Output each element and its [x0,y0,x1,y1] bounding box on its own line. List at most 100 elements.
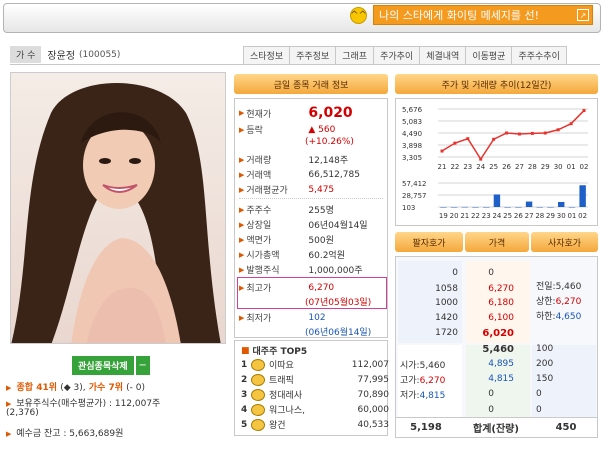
minus-icon: − [135,356,150,375]
high-row: ▶ 최고가 6,270 [239,282,335,295]
x-tick-label: 27 [525,212,534,220]
holders-label: 주주수 [246,206,272,216]
sell-qty: 1420 [435,313,458,323]
shares-value: 1,000,000주 [308,266,363,276]
top5-title: 대주주 TOP5 [252,347,308,357]
top5-row[interactable]: 2 트래픽 77,995 [241,373,389,386]
listed-row: ▶ 상장일 06년04월14일 [239,218,368,232]
category-label: 가수 [88,383,106,393]
avatar-icon [251,418,265,431]
tab-star-info[interactable]: 스타정보 [243,46,291,64]
face-row: ▶ 액면가 500원 [239,233,334,247]
buy-qty: 200 [536,359,554,369]
sell-price[interactable]: 6,100 [470,313,514,323]
y-tick-label: 103 [402,204,415,212]
volume-bar [558,201,565,207]
current-price-row: ▶ 현재가 6,020 [239,105,353,121]
avg-label: 거래평균가 [246,186,288,196]
avg-row: ▶ 거래평균가 5,475 [239,184,335,197]
sell-price[interactable]: 6,270 [470,284,514,294]
x-tick-label: 21 [460,212,469,220]
buy-header: 사자호가 [531,232,598,252]
buy-qty: 100 [536,344,554,354]
top5-row[interactable]: 4 워그나스, 60,000 [241,403,389,416]
tab-moving-average[interactable]: 이동평균 [465,46,513,64]
trade-info-header: 금일 종목 거래 정보 [234,74,388,94]
low-date: (06년06월14일) [305,328,372,338]
sell-qty: 0 [452,268,458,278]
sell-price[interactable]: 6,180 [470,298,514,308]
bullet-icon: ▶ [6,430,12,438]
change-pct-row: (+10.26%) [305,137,354,147]
holder-shares: 112,007 [351,359,389,370]
top5-row[interactable]: 3 정대레사 70,890 [241,388,389,401]
buy-price: 0 [488,389,494,399]
deposit-text: 예수금 잔고 : 5,663,689원 [16,429,124,439]
change-label: 등락 [246,126,263,136]
buy-price[interactable]: 5,460 [470,344,514,355]
external-link-icon[interactable]: ↗ [577,9,589,21]
y-tick-label: 3,305 [402,154,422,162]
x-tick-label: 28 [528,163,537,171]
high-value: 6,270 [308,282,335,293]
current-price: 6,020 [308,105,353,121]
holder-name: 왕건 [269,421,286,431]
top5-header: ■ 대주주 TOP5 [241,344,308,358]
top5-box: ■ 대주주 TOP5 1 이따요 112,007 2 트래픽 77,995 3 … [234,340,389,436]
buy-qty: 0 [536,389,542,399]
overall-rank-change: (◆ 3), [60,383,86,393]
tab-graph[interactable]: 그래프 [335,46,375,64]
square-icon: ■ [241,345,250,356]
price-point [440,149,444,153]
prev-close: 전일:5,460 [536,282,582,292]
top5-row[interactable]: 1 이따요 112,007 [241,358,389,371]
cap-value: 60.2억원 [308,251,345,261]
tab-divider [10,64,600,65]
x-tick-label: 22 [450,163,459,171]
buy-price[interactable]: 4,815 [470,374,514,384]
x-tick-label: 24 [476,163,485,171]
deposit-line: ▶ 예수금 잔고 : 5,663,689원 [6,426,123,439]
x-tick-label: 25 [503,212,512,220]
shares-label: 발행주식 [246,266,280,276]
buy-price[interactable]: 4,895 [470,359,514,369]
cap-label: 시가총액 [246,251,280,261]
tab-holder-trend[interactable]: 주주수추이 [511,46,567,64]
remove-watchlist-button[interactable]: 관심종목삭제 − [72,356,150,375]
tab-holder-info[interactable]: 주주정보 [289,46,337,64]
change-value: ▲ 560 [308,124,336,135]
top5-row[interactable]: 5 왕건 40,533 [241,418,389,431]
x-tick-label: 21 [438,163,447,171]
day-low: 저가:4,815 [400,391,446,401]
x-tick-label: 30 [557,212,566,220]
volume-bar [568,207,576,208]
face-label: 액면가 [246,236,272,246]
avg-value: 5,475 [308,184,335,195]
tab-price-trend[interactable]: 주가추이 [373,46,421,64]
holder-shares: 40,533 [357,419,390,430]
divider [239,198,383,199]
low-row: ▶ 최저가 102 [239,312,326,325]
amount-row: ▶ 거래액 66,512,785 [239,169,360,182]
overall-rank: 41위 [36,383,58,393]
x-tick-label: 29 [546,212,555,220]
tab-trade-history[interactable]: 체결내역 [419,46,467,64]
current-price-cell[interactable]: 6,020 [470,328,514,339]
remove-watchlist-label: 관심종목삭제 [72,356,134,375]
x-tick-label: 25 [489,163,498,171]
x-tick-label: 02 [578,212,587,220]
x-tick-label: 22 [471,212,480,220]
avatar-icon [251,358,265,371]
total-label: 합계(잔량) [473,424,519,435]
volume-bar [461,206,468,208]
price-point [556,128,560,132]
sell-qty: 1058 [435,284,458,294]
smile-icon: ^^ [350,6,367,24]
notice-area[interactable]: ^^ 나의 스타에게 화이팅 메세지를 선! ↗ [350,5,593,25]
x-tick-label: 01 [567,212,576,220]
notice-banner[interactable]: 나의 스타에게 화이팅 메세지를 선! ↗ [373,5,593,25]
artist-id: (100055) [79,49,121,60]
volume-bar [450,207,458,208]
volume-bar [440,207,447,208]
y-tick-label: 5,676 [402,106,423,114]
